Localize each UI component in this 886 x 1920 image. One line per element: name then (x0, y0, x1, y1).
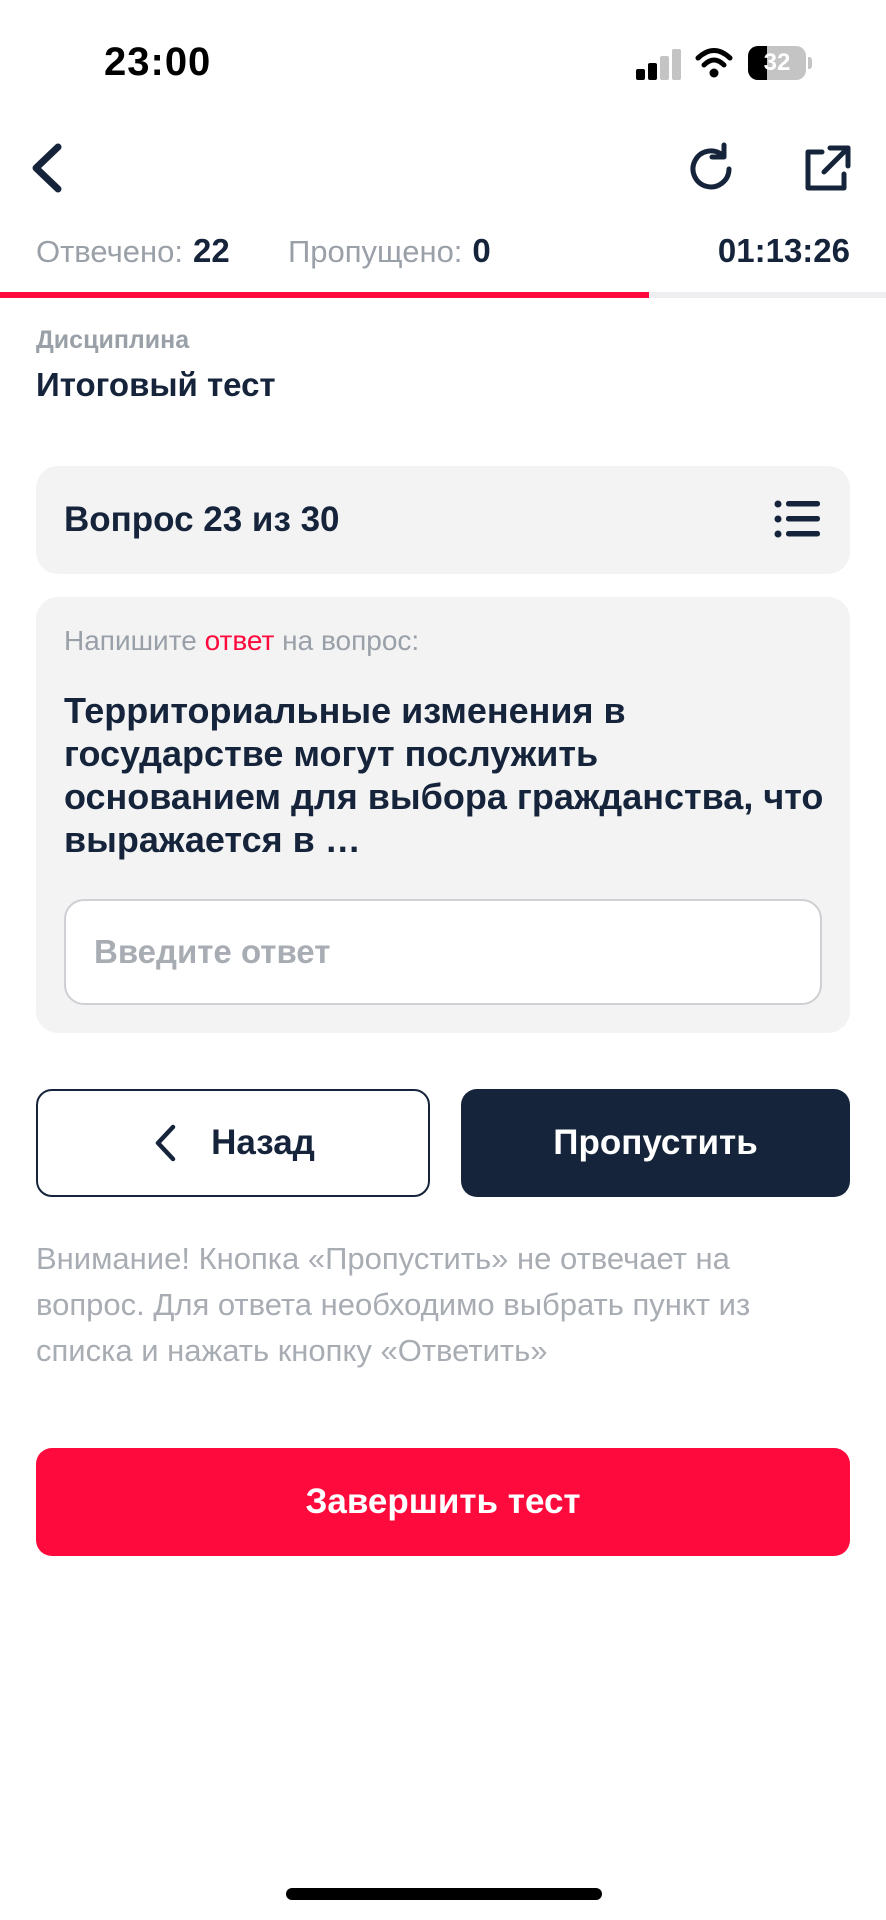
back-nav-button[interactable] (14, 136, 78, 200)
stats-row: Отвечено: 22 Пропущено: 0 01:13:26 (36, 232, 850, 282)
question-counter: Вопрос 23 из 30 (64, 500, 340, 539)
skipped-stat: Пропущено: 0 (288, 232, 491, 270)
question-text: Территориальные изменения в государстве … (64, 690, 824, 860)
skip-notice: Внимание! Кнопка «Пропустить» не отвечае… (36, 1241, 751, 1368)
chevron-left-icon (32, 143, 62, 193)
home-indicator[interactable] (286, 1888, 602, 1900)
hint-before: Напишите (64, 625, 205, 656)
refresh-icon (690, 142, 732, 190)
share-button[interactable] (798, 140, 856, 198)
discipline-value: Итоговый тест (36, 366, 276, 403)
progress-fill (0, 292, 650, 298)
skip-button-label: Пропустить (553, 1123, 758, 1162)
answer-input[interactable] (64, 899, 822, 1005)
skip-button[interactable]: Пропустить (461, 1089, 850, 1197)
battery-level: 32 (763, 49, 791, 76)
answered-value: 22 (193, 232, 230, 269)
signal-bar (636, 69, 645, 80)
hint-accent: ответ (204, 625, 275, 656)
back-button[interactable]: Назад (36, 1089, 430, 1197)
progress-bar (0, 292, 886, 298)
finish-test-button[interactable]: Завершить тест (36, 1448, 850, 1556)
question-hint: Напишите ответ на вопрос: (64, 625, 419, 657)
hint-after: на вопрос: (274, 625, 420, 656)
signal-bar (648, 63, 657, 80)
back-button-label: Назад (211, 1123, 315, 1162)
answered-label: Отвечено: (36, 234, 184, 269)
wifi-icon (695, 48, 733, 78)
answered-stat: Отвечено: 22 (36, 232, 230, 270)
skipped-value: 0 (472, 232, 491, 269)
question-card: Напишите ответ на вопрос: Территориальны… (36, 597, 850, 1033)
battery-body: 32 (748, 46, 806, 80)
status-time: 23:00 (104, 40, 212, 84)
cellular-signal-icon (636, 48, 682, 80)
status-bar: 23:00 32 (0, 0, 886, 130)
list-icon[interactable] (774, 498, 820, 540)
timer: 01:13:26 (717, 232, 850, 269)
finish-test-label: Завершить тест (305, 1482, 581, 1521)
skipped-label: Пропущено: (288, 234, 463, 269)
discipline-label: Дисциплина (36, 326, 190, 354)
battery-tip (808, 57, 812, 69)
question-navigator[interactable]: Вопрос 23 из 30 (36, 466, 850, 574)
signal-bar (660, 56, 669, 80)
battery-icon: 32 (748, 46, 812, 80)
external-link-icon (805, 145, 851, 191)
signal-bar (672, 49, 681, 80)
chevron-left-icon (155, 1124, 176, 1162)
refresh-button[interactable] (682, 140, 740, 198)
